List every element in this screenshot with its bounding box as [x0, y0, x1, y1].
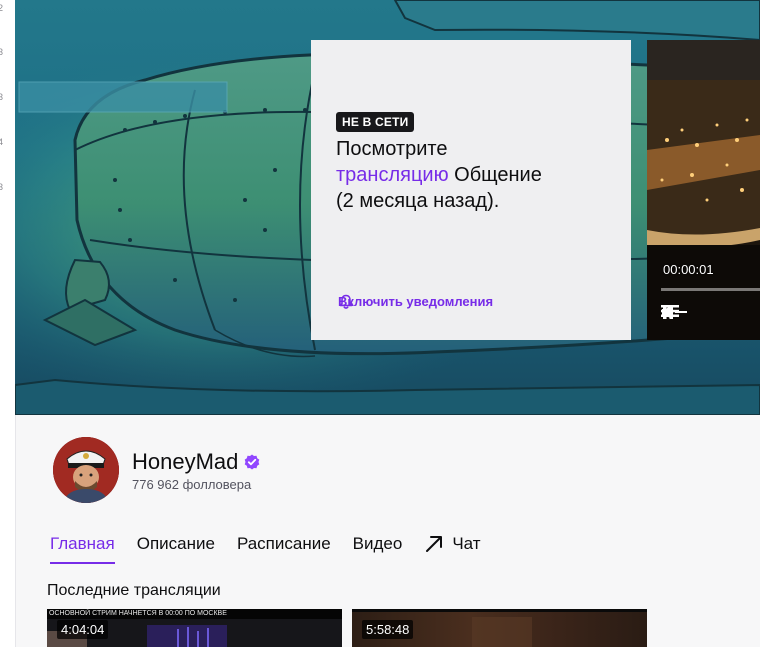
- tab-schedule[interactable]: Расписание: [237, 534, 331, 562]
- channel-banner: НЕ В СЕТИ Посмотрите трансляцию Общение …: [15, 0, 760, 415]
- video-player[interactable]: 00:00:01: [647, 40, 760, 340]
- channel-avatar[interactable]: [53, 437, 119, 503]
- stream-thumbnail[interactable]: ОСНОВНОЙ СТРИМ НАЧНЕТСЯ В 00:00 ПО МОСКВ…: [47, 609, 342, 647]
- tab-label: Видео: [352, 534, 403, 553]
- stream-duration: 4:04:04: [57, 620, 109, 639]
- offline-text-category: Общение: [454, 164, 542, 186]
- notify-label: Включить уведомления: [338, 294, 494, 309]
- offline-card: НЕ В СЕТИ Посмотрите трансляцию Общение …: [311, 40, 631, 340]
- tab-chat[interactable]: Чат: [424, 534, 481, 562]
- tab-videos[interactable]: Видео: [353, 534, 403, 562]
- tab-label: Описание: [136, 534, 215, 553]
- rail-count: 2: [0, 3, 4, 13]
- bell-icon: [339, 294, 353, 309]
- rail-count: 4: [0, 137, 4, 147]
- player-progress-bar[interactable]: [661, 288, 760, 291]
- tab-about[interactable]: Описание: [137, 534, 215, 562]
- offline-badge: НЕ В СЕТИ: [336, 112, 415, 132]
- tab-home[interactable]: Главная: [50, 534, 115, 564]
- enable-notifications-button[interactable]: Включить уведомления: [338, 294, 493, 309]
- recent-streams-title: Последние трансляции: [47, 582, 221, 599]
- rail-count: 3: [0, 92, 4, 102]
- external-arrow-icon: [426, 536, 443, 552]
- rail-count: 3: [0, 182, 4, 192]
- city-night-thumbnail: [647, 40, 760, 340]
- avatar-image: [53, 437, 119, 503]
- stream-duration: 5:58:48: [362, 620, 414, 639]
- tab-label: Расписание: [236, 534, 331, 553]
- verified-badge-icon: [245, 454, 260, 470]
- player-timestamp: 00:00:01: [663, 262, 714, 277]
- stream-thumbnail[interactable]: 5:58:48: [352, 609, 647, 647]
- tab-label: Главная: [50, 534, 115, 553]
- offline-message: Посмотрите трансляцию Общение (2 месяца …: [336, 136, 616, 214]
- offline-text-end: (2 месяца назад).: [336, 190, 500, 212]
- follower-count: 776 962 фолловера: [132, 477, 252, 492]
- offline-text-start: Посмотрите: [336, 138, 448, 160]
- left-rail: 2 3 3 4 3: [0, 0, 16, 647]
- volume-icon[interactable]: [661, 304, 687, 320]
- tab-label: Чат: [452, 534, 481, 553]
- channel-name-row: HoneyMad: [132, 449, 260, 475]
- last-stream-link[interactable]: трансляцию: [336, 164, 449, 186]
- channel-tabs: Главная Описание Расписание Видео Чат: [50, 534, 503, 564]
- channel-name[interactable]: HoneyMad: [132, 449, 238, 475]
- rail-count: 3: [0, 47, 4, 57]
